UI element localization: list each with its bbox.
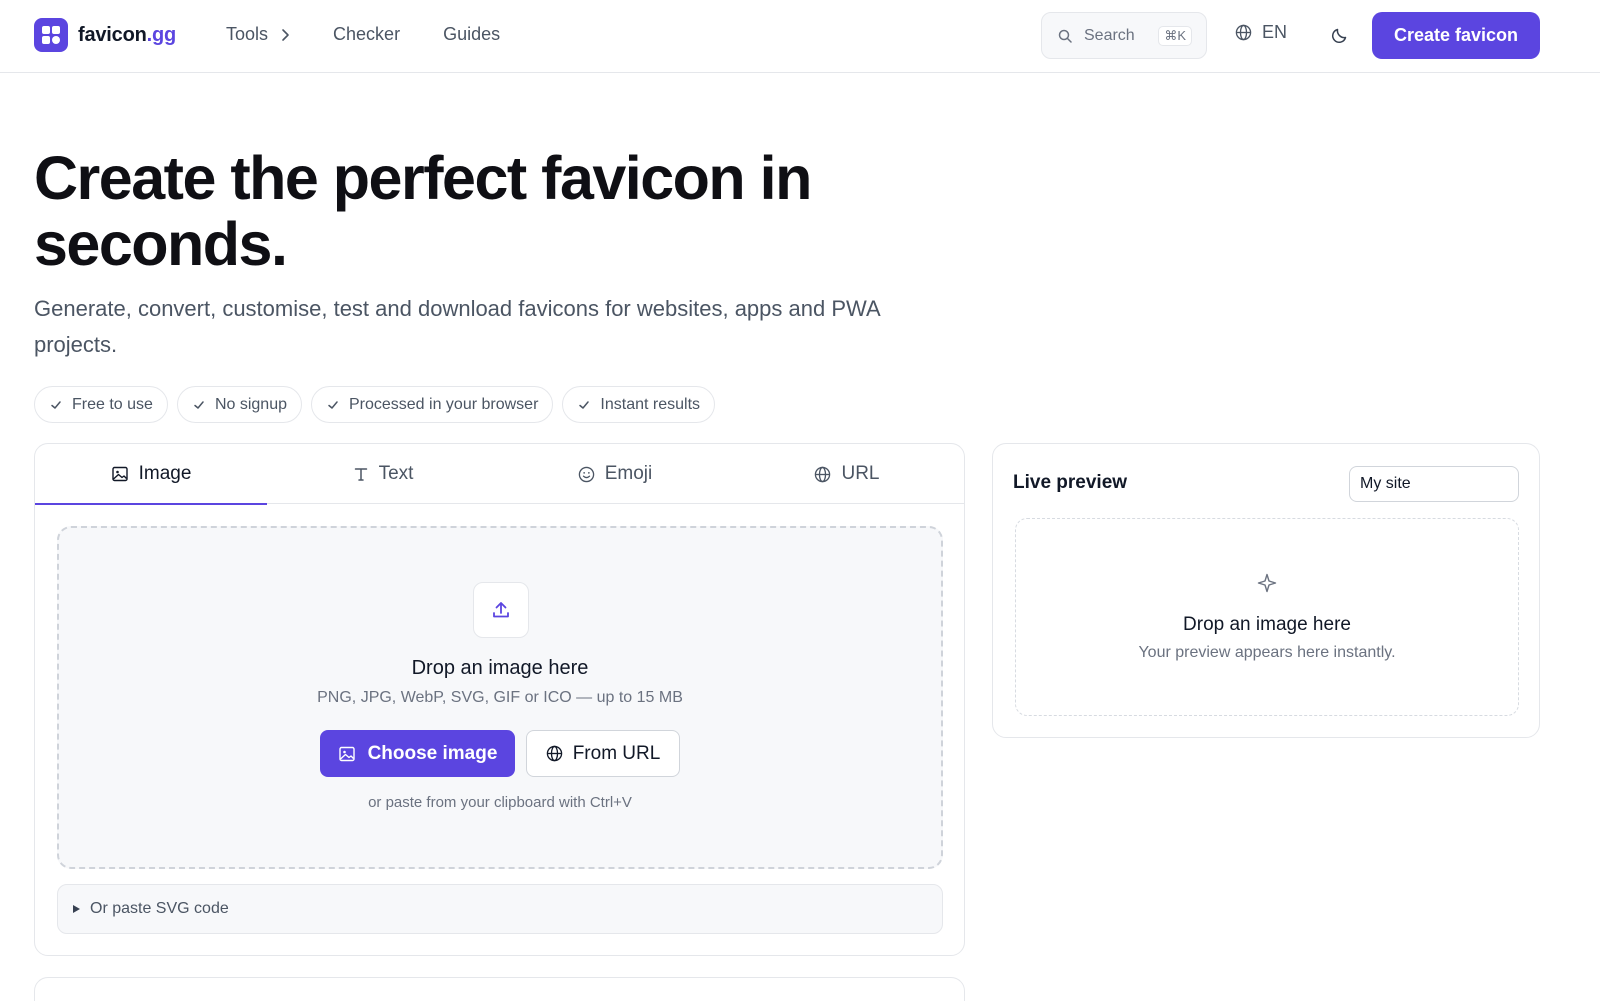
check-icon	[51, 400, 61, 409]
preview-area: Drop an image here Your preview appears …	[1015, 518, 1519, 716]
feature-pill: Processed in your browser	[310, 386, 554, 423]
language-switcher[interactable]: EN	[1235, 22, 1287, 43]
smile-icon	[578, 466, 594, 482]
nav-checker[interactable]: Checker	[333, 24, 400, 45]
caret-right-icon	[73, 905, 80, 913]
search-placeholder: Search	[1084, 26, 1135, 44]
check-icon	[328, 400, 338, 409]
image-icon	[338, 746, 355, 761]
search-box[interactable]: Search ⌘K	[1041, 12, 1207, 59]
chevron-right-icon	[282, 28, 289, 41]
sparkle-icon	[1257, 573, 1277, 593]
upload-icon-box	[473, 582, 529, 638]
dropzone-formats: PNG, JPG, WebP, SVG, GIF or ICO — up to …	[317, 689, 683, 706]
text-icon	[354, 468, 367, 481]
check-icon	[194, 400, 204, 409]
upload-icon	[493, 602, 509, 618]
clipboard-hint: or paste from your clipboard with Ctrl+V	[368, 794, 632, 811]
live-preview-title: Live preview	[1013, 472, 1128, 493]
check-icon	[579, 400, 590, 409]
site-name-input[interactable]	[1349, 466, 1519, 502]
tab-emoji-label: Emoji	[604, 463, 653, 484]
feature-label: Instant results	[600, 395, 701, 413]
feature-label: No signup	[214, 395, 287, 413]
tab-image-label: Image	[138, 463, 192, 484]
svg-code-label: Or paste SVG code	[90, 900, 229, 917]
tab-text[interactable]: Text	[267, 444, 499, 504]
create-favicon-button[interactable]: Create favicon	[1372, 12, 1540, 59]
choose-image-button[interactable]: Choose image	[320, 730, 515, 777]
from-url-button[interactable]: From URL	[526, 730, 680, 777]
logo[interactable]: favicon.gg	[34, 18, 176, 52]
globe-icon	[1235, 24, 1252, 41]
feature-label: Processed in your browser	[348, 395, 539, 413]
dropzone-title: Drop an image here	[411, 657, 589, 679]
globe-icon	[546, 745, 562, 762]
choose-image-label: Choose image	[367, 742, 498, 764]
logo-name: favicon	[78, 23, 147, 46]
nav-guides[interactable]: Guides	[443, 24, 500, 45]
search-icon	[1058, 29, 1072, 43]
next-card-edge	[34, 977, 965, 1001]
preview-empty-subtitle: Your preview appears here instantly.	[1138, 644, 1396, 661]
theme-toggle[interactable]	[1330, 25, 1350, 50]
source-tabs: Image Text Emoji URL	[35, 444, 964, 505]
feature-list: Free to use No signup Processed in your …	[34, 386, 716, 423]
tab-text-label: Text	[378, 463, 414, 484]
feature-pill: Free to use	[34, 386, 168, 423]
live-preview-panel: Live preview Drop an image here Your pre…	[992, 443, 1540, 738]
preview-empty-title: Drop an image here	[1183, 614, 1351, 635]
logo-suffix: .gg	[146, 23, 177, 46]
feature-pill: No signup	[176, 386, 302, 423]
nav-checker-label: Checker	[333, 24, 401, 44]
tab-emoji[interactable]: Emoji	[499, 444, 731, 504]
nav-tools[interactable]: Tools	[226, 24, 290, 45]
page-title: Create the perfect favicon in seconds.	[34, 144, 812, 278]
image-icon	[111, 466, 128, 482]
generator-card: Image Text Emoji URL Drop an image here …	[34, 443, 965, 956]
top-header: favicon.gg Tools Checker Guides Search ⌘…	[0, 0, 1600, 73]
logo-text: favicon.gg	[78, 24, 176, 47]
search-shortcut: ⌘K	[1158, 26, 1192, 46]
tab-url-label: URL	[841, 463, 880, 484]
feature-pill: Instant results	[562, 386, 716, 423]
feature-label: Free to use	[72, 395, 153, 413]
moon-icon	[1331, 28, 1347, 44]
tab-image[interactable]: Image	[35, 444, 267, 505]
tab-url[interactable]: URL	[731, 444, 963, 504]
language-label: EN	[1262, 22, 1288, 42]
from-url-label: From URL	[572, 742, 661, 764]
svg-code-toggle[interactable]: Or paste SVG code	[57, 884, 943, 934]
logo-icon	[34, 18, 68, 52]
image-dropzone[interactable]: Drop an image here PNG, JPG, WebP, SVG, …	[57, 526, 943, 869]
nav-tools-label: Tools	[226, 24, 269, 44]
page-subtitle: Generate, convert, customise, test and d…	[34, 296, 880, 357]
globe-icon	[815, 466, 831, 482]
nav-guides-label: Guides	[443, 24, 501, 44]
main-nav: Tools Checker Guides	[226, 24, 500, 45]
